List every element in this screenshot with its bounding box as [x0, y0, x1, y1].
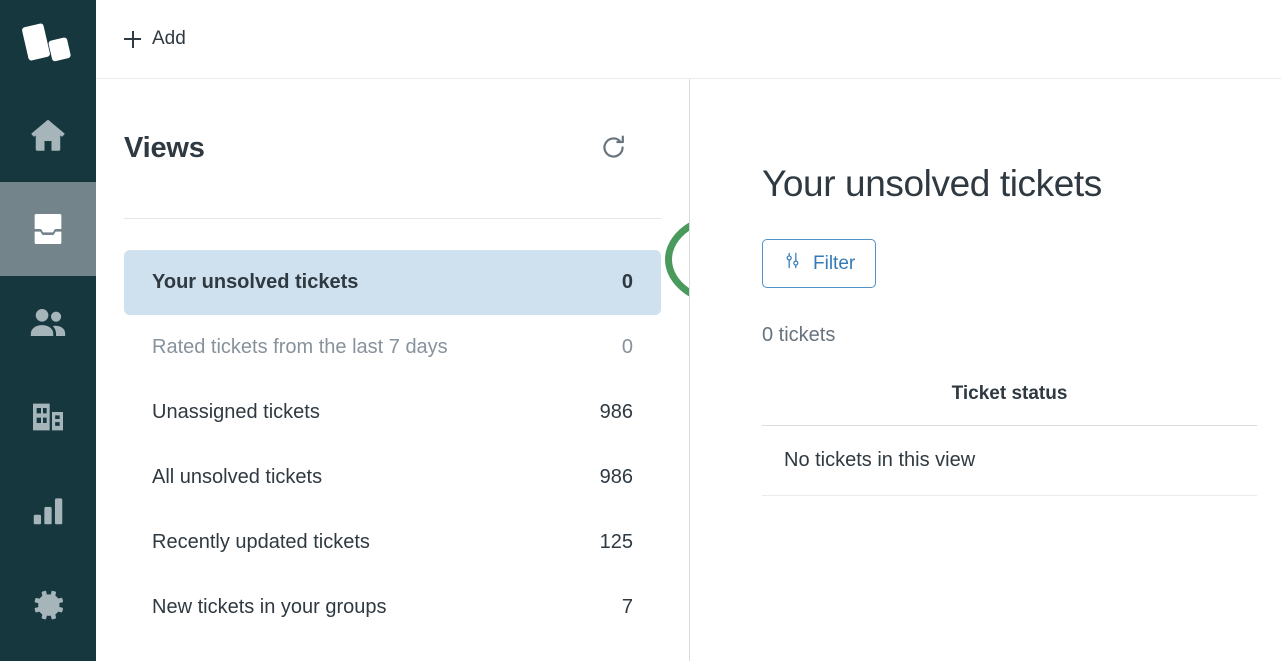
rail-item-home[interactable]	[0, 88, 96, 182]
view-row-rated-tickets[interactable]: Rated tickets from the last 7 days 0	[124, 315, 661, 380]
view-row-new-tickets-in-your-groups[interactable]: New tickets in your groups 7	[124, 575, 661, 640]
filter-sliders-icon	[783, 251, 802, 276]
ticket-count-label: 0 tickets	[762, 324, 836, 346]
customers-icon	[27, 302, 69, 344]
views-list: Your unsolved tickets 0 Rated tickets fr…	[124, 219, 661, 661]
zendesk-logo[interactable]	[0, 0, 96, 88]
add-button-label: Add	[152, 28, 186, 49]
view-row-pending-tickets[interactable]: Pending tickets 124	[124, 640, 661, 661]
refresh-button[interactable]	[589, 125, 637, 173]
filter-button[interactable]: Filter	[762, 239, 877, 288]
views-header: Views	[124, 79, 661, 219]
page-title: Your unsolved tickets	[762, 163, 1102, 204]
app-root: Add Views Your unsolved tickets 0 Rated …	[0, 0, 1281, 661]
view-row-recently-updated-tickets[interactable]: Recently updated tickets 125	[124, 510, 661, 575]
views-title: Views	[124, 132, 205, 164]
view-row-unassigned-tickets[interactable]: Unassigned tickets 986	[124, 380, 661, 445]
column-header-ticket-status[interactable]: Ticket status	[952, 383, 1068, 405]
reporting-icon	[29, 492, 67, 530]
rail-item-customers[interactable]	[0, 276, 96, 370]
refresh-icon	[598, 132, 629, 166]
top-bar: Add	[96, 0, 1281, 79]
view-count: 0	[621, 271, 633, 293]
content-area: Add Views Your unsolved tickets 0 Rated …	[96, 0, 1281, 661]
view-count: 7	[621, 596, 633, 618]
workspace: Views Your unsolved tickets 0 Rated tick…	[96, 79, 1281, 661]
view-label: Your unsolved tickets	[152, 271, 359, 293]
view-count: 986	[599, 466, 633, 488]
view-count: 986	[599, 401, 633, 423]
views-panel: Views Your unsolved tickets 0 Rated tick…	[96, 79, 690, 661]
plus-icon	[124, 30, 141, 48]
rail-item-views[interactable]	[0, 182, 96, 276]
organizations-icon	[28, 397, 68, 437]
table-empty-row: No tickets in this view	[762, 426, 1257, 496]
add-button[interactable]: Add	[120, 22, 190, 56]
view-label: Rated tickets from the last 7 days	[152, 336, 448, 358]
filter-button-label: Filter	[813, 252, 856, 274]
home-icon	[27, 114, 69, 156]
view-count: 0	[621, 336, 633, 358]
view-label: Recently updated tickets	[152, 531, 370, 553]
rail-item-organizations[interactable]	[0, 370, 96, 464]
rail-item-settings[interactable]	[0, 558, 96, 652]
view-label: Unassigned tickets	[152, 401, 320, 423]
views-icon	[28, 209, 68, 249]
settings-icon	[28, 585, 68, 625]
highlight-annotation-ellipse	[665, 212, 689, 307]
rail-item-reporting[interactable]	[0, 464, 96, 558]
ticket-table: Ticket status No tickets in this view	[762, 383, 1257, 496]
view-row-your-unsolved-tickets[interactable]: Your unsolved tickets 0	[124, 250, 661, 315]
primary-nav-rail	[0, 0, 96, 661]
table-header-row: Ticket status	[762, 383, 1257, 426]
view-count: 125	[599, 531, 633, 553]
view-label: New tickets in your groups	[152, 596, 387, 618]
view-row-all-unsolved-tickets[interactable]: All unsolved tickets 986	[124, 445, 661, 510]
ticket-list-panel: Your unsolved tickets Filter 0 tickets T…	[690, 79, 1281, 661]
view-label: All unsolved tickets	[152, 466, 323, 488]
